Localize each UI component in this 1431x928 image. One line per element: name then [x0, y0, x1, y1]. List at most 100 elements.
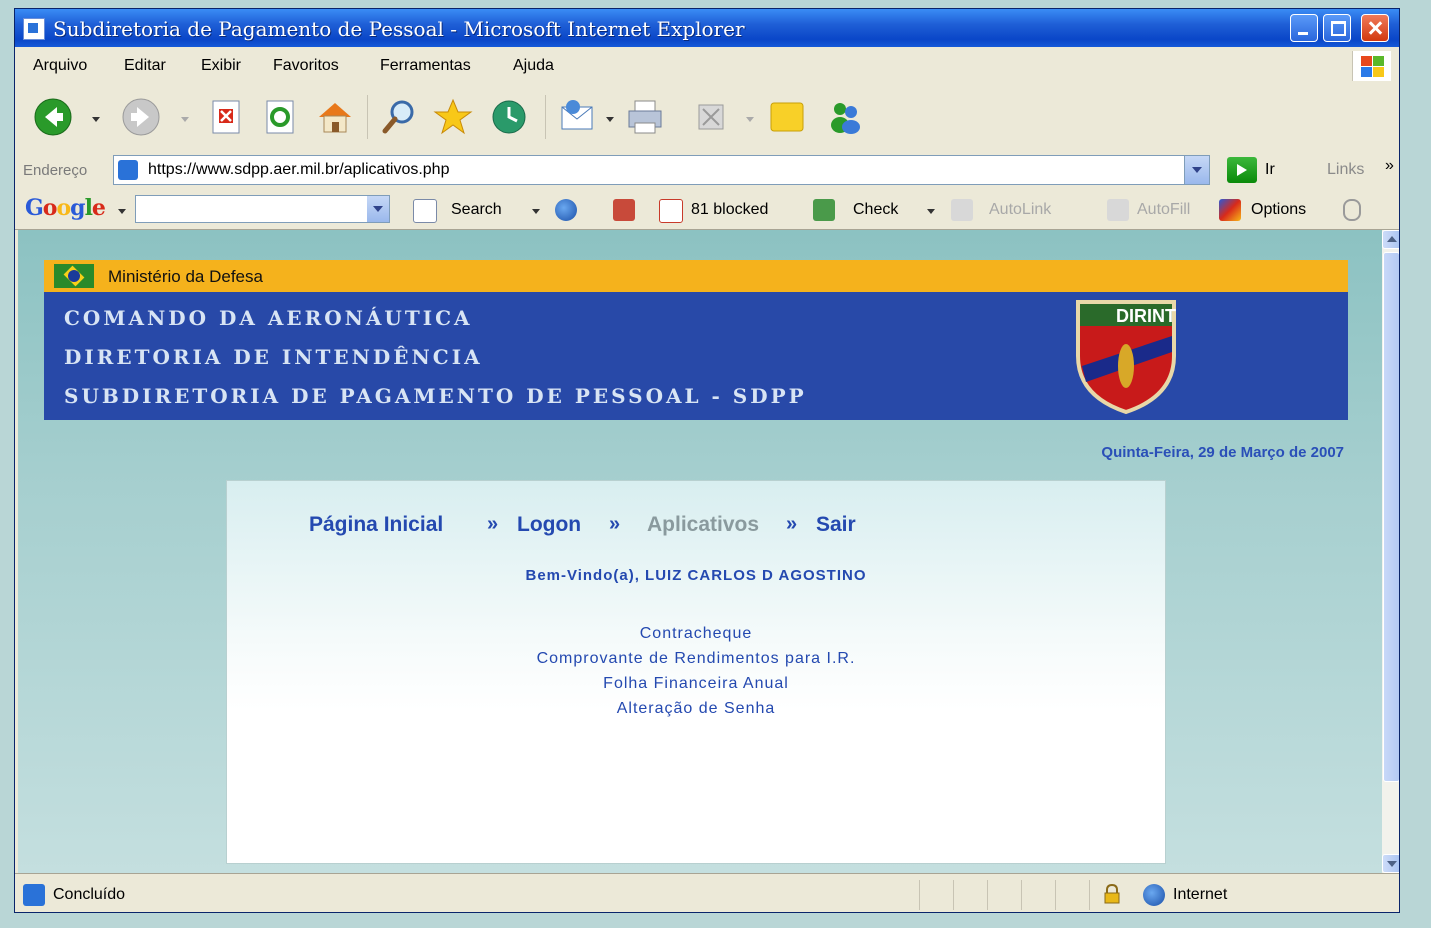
messenger-icon[interactable] [825, 97, 865, 137]
autofill-icon[interactable] [1107, 199, 1129, 221]
menu-favoritos[interactable]: Favoritos [273, 57, 339, 75]
popup-blocked-count[interactable]: 81 blocked [691, 201, 768, 219]
header-line-1: COMANDO DA AERONÁUTICA [64, 306, 473, 330]
scroll-up-button[interactable] [1382, 230, 1399, 249]
google-search-button[interactable]: Search [451, 201, 502, 219]
address-input[interactable]: https://www.sdpp.aer.mil.br/aplicativos.… [113, 155, 1210, 185]
popup-blocker-icon[interactable] [659, 199, 683, 223]
scroll-thumb[interactable] [1383, 252, 1399, 782]
options-button[interactable]: Options [1251, 201, 1306, 219]
autolink-icon[interactable] [951, 199, 973, 221]
status-bar: Concluído Internet [15, 873, 1399, 912]
menu-ferramentas[interactable]: Ferramentas [380, 57, 471, 75]
nav-aplicativos: Aplicativos [647, 513, 760, 536]
back-dropdown[interactable] [92, 117, 100, 122]
menu-exibir[interactable]: Exibir [201, 57, 241, 75]
stop-icon[interactable] [207, 97, 247, 137]
menu-editar[interactable]: Editar [124, 57, 166, 75]
pagerank-icon[interactable] [613, 199, 635, 221]
google-search-dropdown[interactable] [367, 196, 389, 222]
scroll-down-button[interactable] [1382, 854, 1399, 873]
pencil-icon[interactable] [1343, 199, 1361, 221]
nav-sair[interactable]: Sair [816, 513, 856, 537]
link-contracheque[interactable]: Contracheque [227, 621, 1165, 646]
title-bar[interactable]: Subdiretoria de Pagamento de Pessoal - M… [15, 9, 1399, 47]
page-content: Ministério da Defesa COMANDO DA AERONÁUT… [18, 230, 1382, 873]
ie-page-icon [23, 18, 45, 40]
site-header-banner: COMANDO DA AERONÁUTICA DIRETORIA DE INTE… [44, 292, 1348, 420]
ssl-lock-icon[interactable] [1103, 884, 1121, 904]
search-icon[interactable] [379, 97, 419, 137]
edit-dropdown[interactable] [746, 117, 754, 122]
google-search-icon[interactable] [413, 199, 437, 223]
current-date: Quinta-Feira, 29 de Março de 2007 [1101, 444, 1344, 461]
go-button[interactable]: Ir [1265, 161, 1275, 179]
ministry-label: Ministério da Defesa [108, 267, 263, 286]
address-dropdown-button[interactable] [1184, 156, 1209, 184]
check-button[interactable]: Check [853, 201, 898, 219]
page-done-icon [23, 884, 45, 906]
star-icon[interactable] [433, 97, 473, 137]
refresh-icon[interactable] [261, 97, 301, 137]
menu-ajuda[interactable]: Ajuda [513, 57, 554, 75]
crest-text: DIRINT [1116, 306, 1176, 326]
google-search-dropdown-arrow[interactable] [532, 209, 540, 214]
header-line-3: SUBDIRETORIA DE PAGAMENTO DE PESSOAL - S… [64, 384, 807, 408]
address-label: Endereço [23, 162, 88, 179]
header-line-2: DIRETORIA DE INTENDÊNCIA [64, 345, 483, 369]
minimize-button[interactable] [1290, 14, 1318, 42]
google-logo[interactable]: Google [25, 195, 106, 221]
status-text: Concluído [53, 886, 126, 903]
close-button[interactable] [1361, 14, 1389, 42]
links-more-chevron[interactable]: » [1385, 157, 1394, 175]
nav-pagina-inicial[interactable]: Página Inicial [309, 513, 443, 537]
google-search-input[interactable] [135, 195, 390, 223]
dirint-crest-icon: DIRINT [1076, 300, 1176, 414]
address-url[interactable]: https://www.sdpp.aer.mil.br/aplicativos.… [148, 161, 449, 179]
window-title: Subdiretoria de Pagamento de Pessoal - M… [53, 17, 745, 41]
nav-separator: » [609, 513, 621, 535]
link-folha-financeira-anual[interactable]: Folha Financeira Anual [227, 671, 1165, 696]
mail-icon[interactable] [559, 97, 599, 137]
forward-arrow-icon[interactable] [121, 97, 161, 137]
nav-logon[interactable]: Logon [517, 513, 581, 537]
autofill-button[interactable]: AutoFill [1137, 201, 1190, 219]
maximize-button[interactable] [1323, 14, 1351, 42]
application-links: Contracheque Comprovante de Rendimentos … [227, 621, 1165, 721]
nav-separator: » [487, 513, 499, 535]
folder-icon[interactable] [767, 97, 807, 137]
links-button[interactable]: Links [1327, 161, 1364, 179]
go-arrow-icon[interactable] [1227, 157, 1257, 183]
vertical-scrollbar[interactable] [1382, 230, 1399, 873]
google-menu-dropdown[interactable] [118, 209, 126, 214]
globe-icon[interactable] [555, 199, 577, 221]
windows-logo-icon [1352, 51, 1391, 81]
internet-zone-icon [1143, 884, 1165, 906]
history-icon[interactable] [489, 97, 529, 137]
link-alteracao-senha[interactable]: Alteração de Senha [227, 696, 1165, 721]
menu-bar: Arquivo Editar Exibir Favoritos Ferramen… [15, 47, 1399, 84]
autolink-button[interactable]: AutoLink [989, 201, 1051, 219]
google-toolbar: Google Search 81 blocked Check AutoLink … [15, 189, 1399, 230]
standard-toolbar [15, 83, 1399, 152]
link-comprovante-rendimentos[interactable]: Comprovante de Rendimentos para I.R. [227, 646, 1165, 671]
back-arrow-icon[interactable] [33, 97, 73, 137]
security-zone-label: Internet [1173, 886, 1228, 903]
mail-dropdown[interactable] [606, 117, 614, 122]
forward-dropdown[interactable] [181, 117, 189, 122]
options-icon[interactable] [1219, 199, 1241, 221]
ministry-bar: Ministério da Defesa [44, 260, 1348, 292]
brazil-flag-icon [54, 264, 94, 288]
edit-icon[interactable] [691, 97, 731, 137]
home-icon[interactable] [315, 97, 355, 137]
browser-window: Subdiretoria de Pagamento de Pessoal - M… [14, 8, 1400, 913]
menu-arquivo[interactable]: Arquivo [33, 57, 87, 75]
spellcheck-icon[interactable] [813, 199, 835, 221]
check-dropdown[interactable] [927, 209, 935, 214]
page-icon [118, 160, 138, 180]
printer-icon[interactable] [625, 97, 665, 137]
welcome-message: Bem-Vindo(a), LUIZ CARLOS D AGOSTINO [525, 567, 867, 584]
address-bar: Endereço https://www.sdpp.aer.mil.br/apl… [15, 151, 1399, 190]
nav-separator: » [786, 513, 798, 535]
applications-panel: Página Inicial » Logon » Aplicativos » S… [226, 480, 1166, 864]
